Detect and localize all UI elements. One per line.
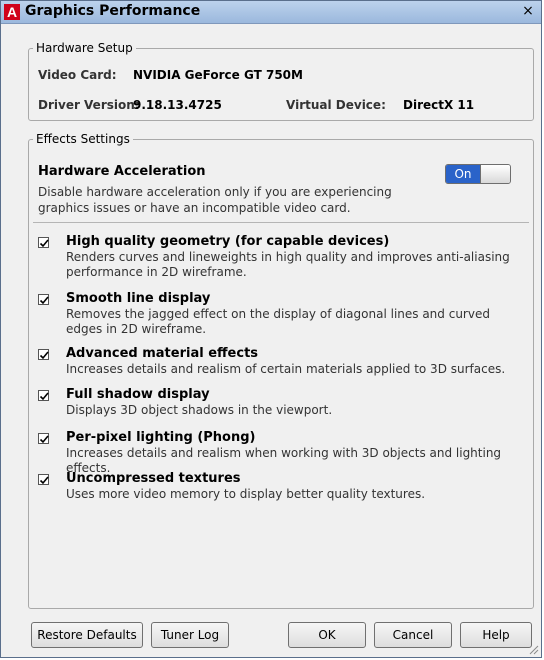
video-card-label: Video Card: [38, 68, 117, 82]
option-description: Removes the jagged effect on the display… [66, 307, 490, 336]
option-title: Advanced material effects [66, 346, 259, 361]
option-description: Renders curves and lineweights in high q… [66, 250, 510, 279]
option-title: Smooth line display [66, 291, 211, 306]
cancel-button[interactable]: Cancel [374, 622, 452, 648]
autocad-logo-icon: A [4, 4, 20, 20]
advanced-material-effects-checkbox[interactable] [38, 349, 49, 360]
toggle-on-label: On [446, 165, 481, 183]
restore-defaults-button[interactable]: Restore Defaults [31, 622, 143, 648]
driver-version-value: 9.18.13.4725 [133, 98, 222, 112]
hardware-acceleration-description: Disable hardware acceleration only if yo… [38, 185, 392, 215]
hardware-setup-group: Hardware Setup Video Card: NVIDIA GeForc… [28, 41, 534, 121]
option-title: Uncompressed textures [66, 471, 241, 486]
help-button[interactable]: Help [460, 622, 532, 648]
virtual-device-label: Virtual Device: [286, 98, 386, 112]
option-title: High quality geometry (for capable devic… [66, 234, 390, 249]
effects-settings-group: Effects Settings Hardware Acceleration O… [28, 132, 534, 609]
high-quality-geometry-checkbox[interactable] [38, 237, 49, 248]
option-title: Per-pixel lighting (Phong) [66, 430, 256, 445]
hardware-setup-legend: Hardware Setup [36, 41, 133, 55]
effects-settings-legend: Effects Settings [36, 132, 130, 146]
option-description: Displays 3D object shadows in the viewpo… [66, 403, 333, 417]
hardware-acceleration-title: Hardware Acceleration [38, 164, 206, 179]
resize-grip-icon[interactable] [527, 643, 539, 655]
dialog-title: Graphics Performance [25, 3, 201, 19]
close-button[interactable]: × [519, 3, 537, 19]
ok-button[interactable]: OK [288, 622, 366, 648]
toggle-knob [481, 165, 510, 183]
driver-version-label: Driver Version: [38, 98, 140, 112]
video-card-value: NVIDIA GeForce GT 750M [133, 68, 303, 82]
option-description: Increases details and realism of certain… [66, 362, 506, 376]
full-shadow-display-checkbox[interactable] [38, 390, 49, 401]
smooth-line-display-checkbox[interactable] [38, 294, 49, 305]
uncompressed-textures-checkbox[interactable] [38, 474, 49, 485]
tuner-log-button[interactable]: Tuner Log [151, 622, 229, 648]
option-title: Full shadow display [66, 387, 210, 402]
virtual-device-value: DirectX 11 [403, 98, 475, 112]
hardware-acceleration-toggle[interactable]: On [445, 164, 511, 184]
graphics-performance-dialog: A Graphics Performance × Hardware Setup … [0, 0, 542, 658]
per-pixel-lighting-checkbox[interactable] [38, 433, 49, 444]
title-bar[interactable]: A Graphics Performance × [1, 1, 541, 24]
option-description: Uses more video memory to display better… [66, 487, 426, 501]
divider [33, 222, 529, 223]
